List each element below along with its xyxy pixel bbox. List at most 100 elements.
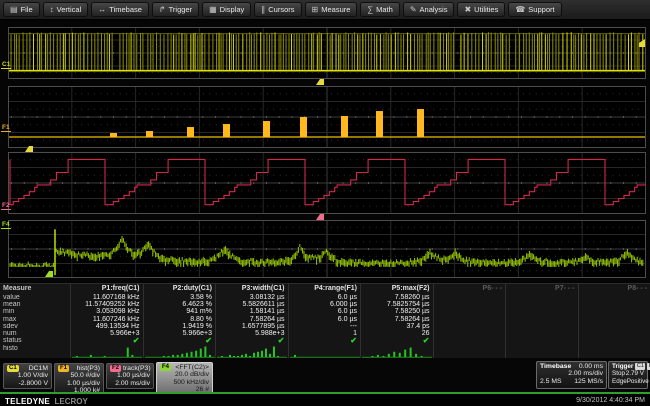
measure-row-label-status: status — [0, 337, 70, 345]
c1-badge: C1 — [7, 365, 19, 372]
channel-descriptor-f2[interactable]: F2track(P3)1.00 µs/div2.00 ms/div — [106, 363, 154, 389]
descriptor-title: DC1M — [29, 365, 48, 372]
channel-descriptor-c1[interactable]: C1DC1M1.00 V/div-2.8000 V — [3, 363, 52, 389]
measure-col-header[interactable]: P5:max(F2) — [361, 284, 433, 294]
measure-cell-value: 3.08132 µs — [216, 294, 288, 301]
brand-logo: TELEDYNE LECROY — [5, 391, 88, 406]
trigger-icon: ↱ — [159, 6, 166, 14]
measure-cell-sdev: 1.6577895 µs — [216, 323, 288, 330]
measure-column-p3: P3:width(C1)3.08132 µs5.5826611 µs1.5814… — [215, 284, 288, 358]
channel-descriptor-f4[interactable]: F4<FFT(C2)>20.0 dB/div500 kHz/div26 # — [156, 362, 213, 395]
measure-table: Measurevaluemeanminmaxsdevnumstatushisto… — [0, 283, 650, 358]
measure-cell-mean — [434, 301, 506, 308]
menu-item-label: Cursors — [268, 5, 294, 14]
measure-cell-min: 7.58250 µs — [361, 308, 433, 315]
menu-item-label: File — [21, 5, 33, 14]
measure-col-header[interactable]: P8- - - — [579, 284, 650, 294]
panel-c1-waveform[interactable] — [8, 27, 646, 79]
f1-position-marker[interactable] — [25, 146, 33, 152]
menu-item-support[interactable]: ☎Support — [508, 2, 561, 17]
math-icon: ∑ — [367, 6, 373, 14]
measure-row-label-num: num — [0, 330, 70, 337]
measure-cell-max: 7.58264 µs — [216, 316, 288, 323]
measure-row-label-mean: mean — [0, 301, 70, 308]
measure-cell-max: 6.0 µs — [289, 316, 361, 323]
measure-row-label-sdev: sdev — [0, 323, 70, 330]
menu-item-math[interactable]: ∑Math — [360, 2, 399, 17]
measure-col-header[interactable]: P3:width(C1) — [216, 284, 288, 294]
f1-badge: F1 — [58, 365, 69, 372]
menu-item-file[interactable]: ▤File — [3, 2, 40, 17]
measure-cell-num: 5.966e+3 — [71, 330, 143, 337]
measure-cell-num: 5.966e+3 — [144, 330, 216, 337]
measure-row-label-max: max — [0, 316, 70, 323]
menu-item-timebase[interactable]: ↔Timebase — [91, 2, 149, 17]
menu-item-label: Analysis — [420, 5, 448, 14]
f2-position-marker[interactable] — [316, 214, 324, 220]
measure-cell-value: 6.0 µs — [289, 294, 361, 301]
display-icon: ▦ — [209, 6, 217, 14]
descriptor-value-row: 500 kHz/div — [160, 379, 209, 386]
measure-cell-sdev: 499.13534 Hz — [71, 323, 143, 330]
menu-item-label: Display — [220, 5, 245, 14]
trigger-label: Trigger — [612, 363, 633, 370]
menu-item-analysis[interactable]: ✎Analysis — [403, 2, 455, 17]
measure-status: ✔ — [144, 337, 216, 345]
measure-cell-num — [434, 330, 506, 337]
timebase-descriptor[interactable]: Timebase 0.00 ms 2.00 ms/div 2.5 MS 125 … — [536, 361, 607, 389]
measure-cell-min: 3.053098 kHz — [71, 308, 143, 315]
measure-cell-num — [506, 330, 578, 337]
trigger-source-badge: C1 — [635, 363, 645, 370]
menu-item-label: Trigger — [169, 5, 192, 14]
timebase-rate: 125 MS/s — [574, 378, 603, 385]
measure-col-header[interactable]: P7- - - — [506, 284, 578, 294]
trigger-descriptor[interactable]: Trigger C1 DC Stop 2.79 V Edge Positive — [608, 361, 648, 389]
timebase-icon: ↔ — [98, 6, 106, 14]
measure-col-header[interactable]: P2:duty(C1) — [144, 284, 216, 294]
f4-peak-marker[interactable] — [45, 271, 53, 277]
panel-f4-waveform[interactable] — [8, 220, 646, 278]
measure-cell-max: 11.607246 kHz — [71, 316, 143, 323]
descriptor-title: <FFT(C2)> — [175, 364, 209, 371]
measure-row-label-min: min — [0, 308, 70, 315]
measure-cell-min — [434, 308, 506, 315]
measure-status — [434, 337, 506, 345]
descriptor-title: track(P3) — [123, 365, 151, 372]
analysis-icon: ✎ — [410, 6, 417, 14]
measure-col-header[interactable]: P6- - - — [434, 284, 506, 294]
trigger-position-marker[interactable] — [316, 79, 324, 85]
measure-histogram — [434, 345, 506, 358]
menu-item-label: Utilities — [474, 5, 498, 14]
f4-axis-label: F4 — [1, 221, 11, 229]
measure-status: ✔ — [216, 337, 288, 345]
descriptor-title: hist(P3) — [77, 365, 100, 372]
measure-cell-mean: 5.5826611 µs — [216, 301, 288, 308]
descriptor-row: C1DC1M1.00 V/div-2.8000 VF1hist(P3)50.0 … — [0, 358, 650, 392]
measure-column-p1: P1:freq(C1)11.607168 kHz11.57409252 kHz3… — [70, 284, 143, 358]
support-icon: ☎ — [515, 6, 525, 14]
menu-item-measure[interactable]: ⊞Measure — [305, 2, 358, 17]
measure-cell-max — [434, 316, 506, 323]
menu-item-utilities[interactable]: ✖Utilities — [457, 2, 505, 17]
measure-col-header[interactable]: P1:freq(C1) — [71, 284, 143, 294]
measure-row-label-value: value — [0, 294, 70, 301]
measure-row-label-histo: histo — [0, 345, 70, 358]
menu-item-cursors[interactable]: ∥Cursors — [254, 2, 301, 17]
footer-bar: TELEDYNE LECROY 9/30/2012 4:40:34 PM — [0, 394, 650, 406]
measure-cell-mean — [506, 301, 578, 308]
timebase-label: Timebase — [540, 363, 571, 370]
menu-item-display[interactable]: ▦Display — [202, 2, 251, 17]
measure-cell-value: 11.607168 kHz — [71, 294, 143, 301]
measure-col-header[interactable]: P4:range(F1) — [289, 284, 361, 294]
panel-f2-waveform[interactable] — [8, 152, 646, 214]
measure-histogram — [506, 345, 578, 358]
menu-item-trigger[interactable]: ↱Trigger — [152, 2, 199, 17]
menu-item-vertical[interactable]: ↕Vertical — [43, 2, 89, 17]
panel-f1-waveform[interactable] — [8, 86, 646, 148]
measure-cell-sdev: 37.4 ps — [361, 323, 433, 330]
measure-column-p4: P4:range(F1)6.0 µs6.000 µs6.0 µs6.0 µs--… — [288, 284, 361, 358]
measure-cell-sdev — [579, 323, 650, 330]
measure-cell-value — [579, 294, 650, 301]
trigger-level-marker[interactable] — [639, 39, 645, 47]
measure-cell-max — [579, 316, 650, 323]
